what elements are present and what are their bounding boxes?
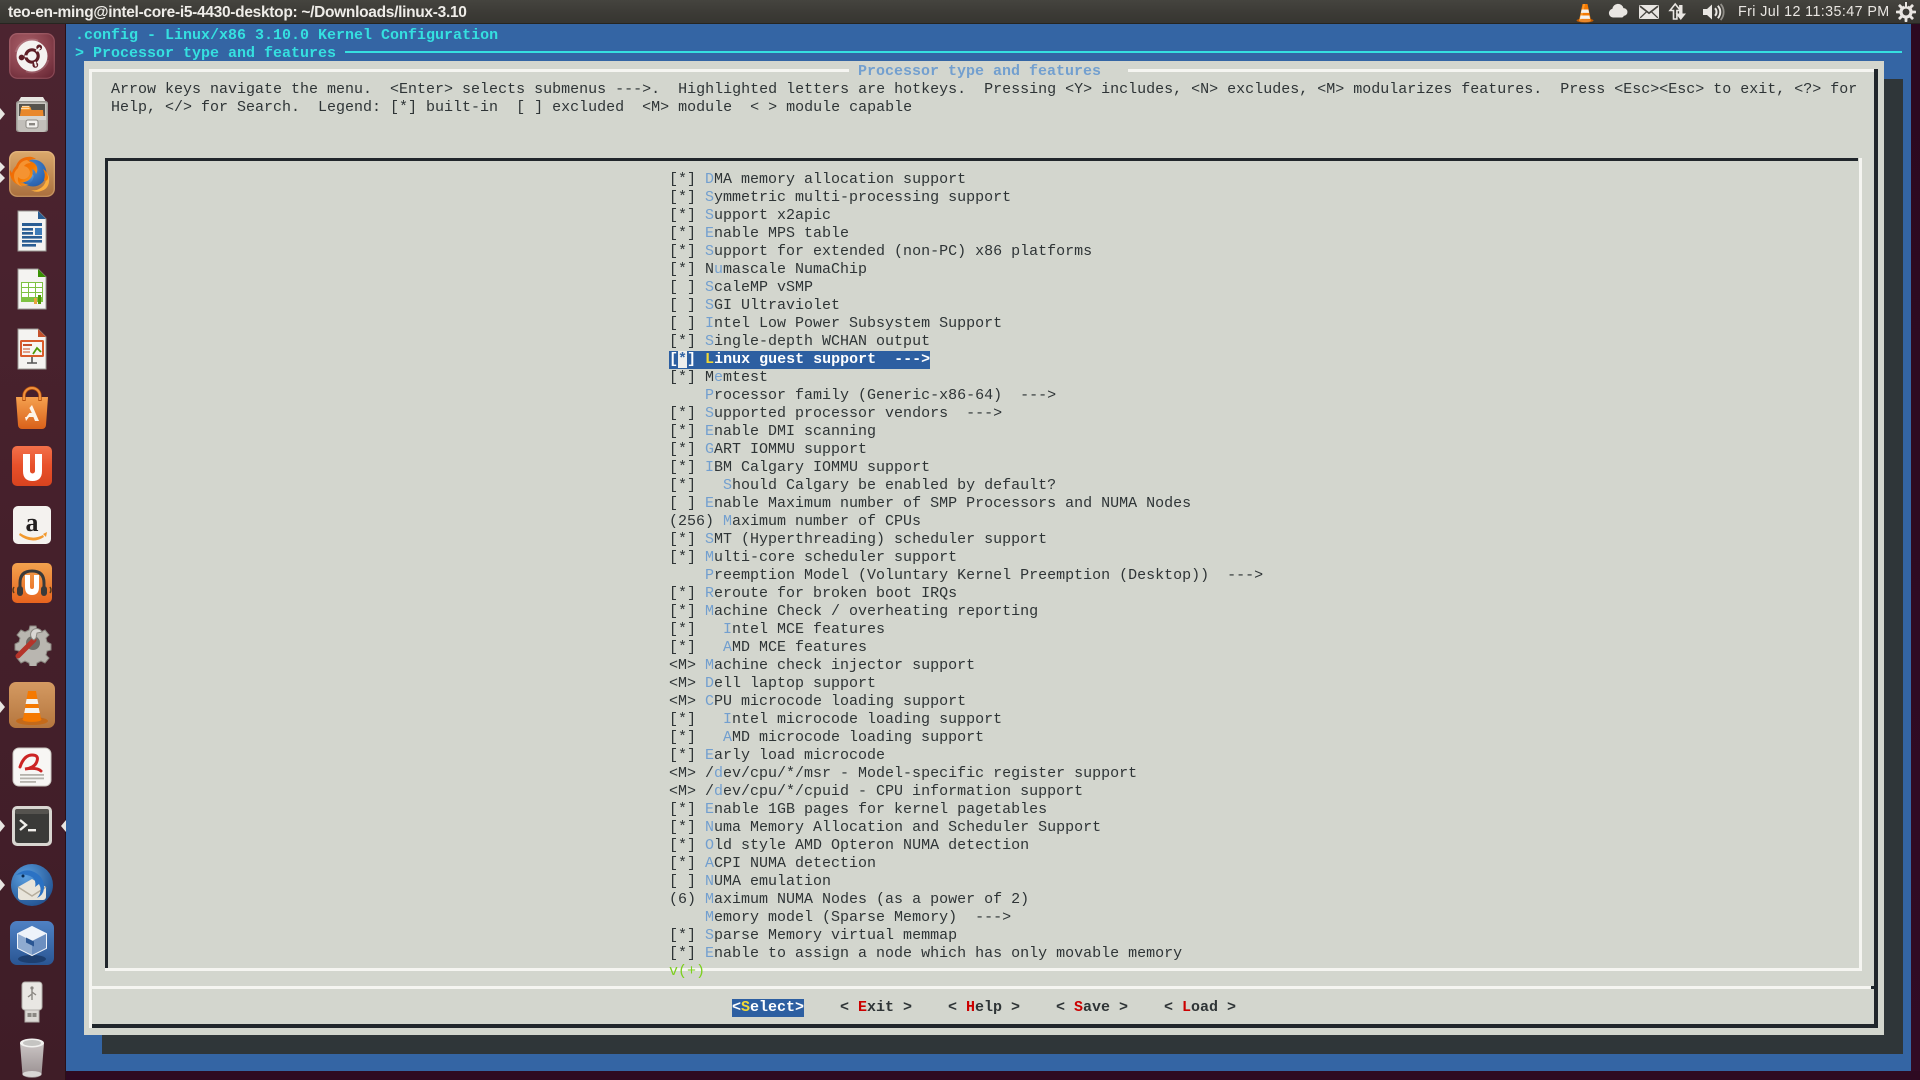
svg-text:a: a	[26, 508, 39, 537]
